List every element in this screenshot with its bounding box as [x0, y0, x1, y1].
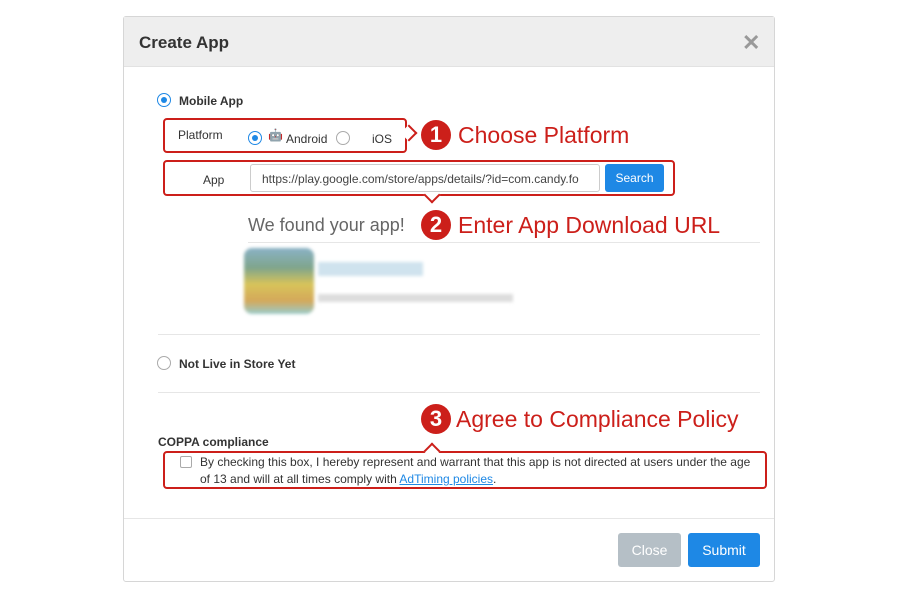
app-label: App [203, 173, 225, 187]
not-live-radio[interactable] [157, 356, 171, 370]
android-label: Android [286, 132, 328, 146]
step-1-text: Choose Platform [458, 122, 630, 148]
step-3-badge: 3 [421, 404, 451, 434]
mobile-app-radio[interactable] [157, 93, 171, 107]
app-name-blurred [318, 262, 423, 276]
close-x-icon[interactable]: ✕ [742, 30, 760, 56]
coppa-heading: COPPA compliance [158, 435, 269, 449]
ios-radio[interactable] [336, 131, 350, 145]
platform-label: Platform [178, 128, 223, 142]
coppa-text-end: . [493, 472, 497, 486]
mobile-app-label: Mobile App [179, 94, 244, 108]
divider [248, 242, 760, 243]
adtiming-policies-link[interactable]: AdTiming policies [399, 472, 493, 486]
app-icon-blurred [244, 248, 314, 314]
app-meta-blurred [318, 294, 513, 302]
coppa-text: By checking this box, I hereby represent… [200, 454, 762, 488]
not-live-label: Not Live in Store Yet [179, 357, 296, 371]
found-message: We found your app! [248, 215, 405, 235]
coppa-checkbox[interactable] [180, 456, 192, 468]
footer-divider [124, 518, 774, 519]
dialog-header: Create App ✕ [124, 17, 774, 67]
dialog-title: Create App [139, 33, 230, 52]
submit-button[interactable]: Submit [688, 533, 760, 567]
close-button[interactable]: Close [618, 533, 681, 567]
divider [158, 392, 760, 393]
step-3-text: Agree to Compliance Policy [456, 406, 739, 432]
android-icon: 🤖 [268, 128, 283, 142]
ios-label: iOS [372, 132, 393, 146]
divider [158, 334, 760, 335]
android-radio[interactable] [248, 131, 262, 145]
step-2-badge: 2 [421, 210, 451, 240]
step-1-badge: 1 [421, 120, 451, 150]
app-url-input[interactable]: https://play.google.com/store/apps/detai… [250, 164, 600, 192]
search-button[interactable]: Search [605, 164, 664, 192]
step-2-text: Enter App Download URL [458, 212, 721, 238]
